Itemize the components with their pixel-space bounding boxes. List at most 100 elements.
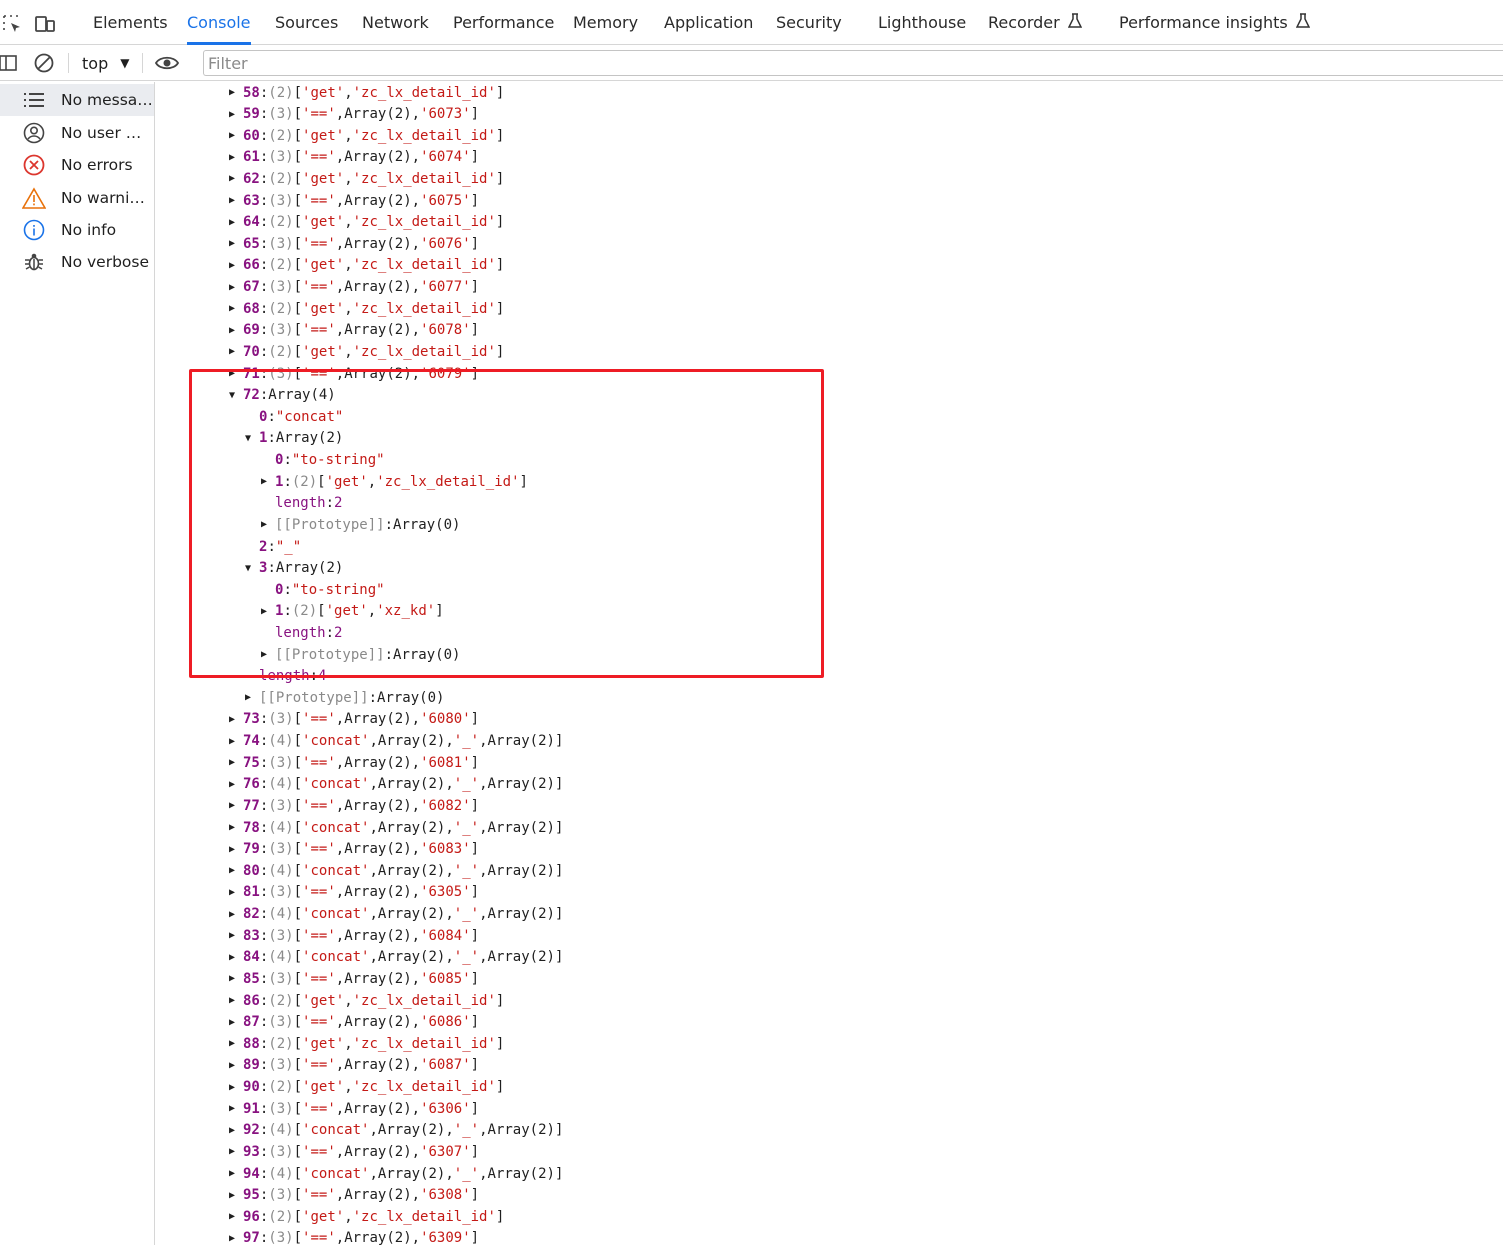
tab-network[interactable]: Network — [362, 0, 429, 45]
expand-triangle-icon[interactable]: ▶ — [229, 1233, 243, 1244]
clear-console-icon[interactable] — [32, 51, 56, 75]
device-toolbar-icon[interactable] — [33, 12, 57, 36]
console-property-row[interactable]: ▶ 1: (2) ['get', 'zc_lx_detail_id'] — [261, 471, 528, 492]
console-array-row[interactable]: ▶ 73: (3) ['==', Array(2), '6080'] — [229, 709, 479, 730]
console-array-row[interactable]: ▶ 67: (3) ['==', Array(2), '6077'] — [229, 277, 479, 298]
expand-triangle-icon[interactable]: ▶ — [229, 217, 243, 228]
expand-triangle-icon[interactable]: ▶ — [229, 995, 243, 1006]
console-array-row[interactable]: ▶ 59: (3) ['==', Array(2), '6073'] — [229, 104, 479, 125]
console-array-row[interactable]: ▶ 96: (2) ['get', 'zc_lx_detail_id'] — [229, 1206, 504, 1227]
expand-triangle-icon[interactable]: ▶ — [229, 1060, 243, 1071]
sidebar-item-info[interactable]: No info — [0, 214, 154, 246]
sidebar-item-messages[interactable]: No messag... — [0, 84, 154, 116]
tab-lighthouse[interactable]: Lighthouse — [878, 0, 966, 45]
expand-triangle-icon[interactable]: ▶ — [229, 1038, 243, 1049]
expand-triangle-icon[interactable]: ▶ — [261, 606, 275, 617]
expand-triangle-icon[interactable]: ▶ — [229, 152, 243, 163]
collapse-triangle-icon[interactable]: ▼ — [245, 563, 259, 574]
expand-triangle-icon[interactable]: ▶ — [229, 865, 243, 876]
sidebar-toggle-icon[interactable] — [0, 51, 20, 75]
expand-triangle-icon[interactable]: ▶ — [229, 930, 243, 941]
expand-triangle-icon[interactable]: ▶ — [229, 282, 243, 293]
console-array-row[interactable]: ▶ 92: (4) ['concat', Array(2), '_', Array… — [229, 1120, 563, 1141]
tab-sources[interactable]: Sources — [275, 0, 338, 45]
expand-triangle-icon[interactable]: ▶ — [229, 195, 243, 206]
console-array-row[interactable]: ▶ 69: (3) ['==', Array(2), '6078'] — [229, 320, 479, 341]
console-array-row[interactable]: ▶ 80: (4) ['concat', Array(2), '_', Array… — [229, 860, 563, 881]
console-array-row[interactable]: ▶ 81: (3) ['==', Array(2), '6305'] — [229, 882, 479, 903]
expand-triangle-icon[interactable]: ▶ — [229, 757, 243, 768]
expand-triangle-icon[interactable]: ▶ — [229, 130, 243, 141]
expand-triangle-icon[interactable]: ▶ — [229, 714, 243, 725]
tab-elements[interactable]: Elements — [93, 0, 168, 45]
expand-triangle-icon[interactable]: ▶ — [229, 779, 243, 790]
expand-triangle-icon[interactable]: ▶ — [229, 1082, 243, 1093]
console-array-row[interactable]: ▶ 86: (2) ['get', 'zc_lx_detail_id'] — [229, 990, 504, 1011]
collapse-triangle-icon[interactable]: ▼ — [245, 433, 259, 444]
console-array-row[interactable]: ▶ 58: (2) ['get', 'zc_lx_detail_id'] — [229, 82, 504, 103]
console-array-row[interactable]: ▶ 94: (4) ['concat', Array(2), '_', Array… — [229, 1163, 563, 1184]
expand-triangle-icon[interactable]: ▶ — [245, 692, 259, 703]
tab-application[interactable]: Application — [664, 0, 753, 45]
console-array-row[interactable]: ▶ 63: (3) ['==', Array(2), '6075'] — [229, 190, 479, 211]
expand-triangle-icon[interactable]: ▶ — [229, 822, 243, 833]
console-property-row[interactable]: ▼ 3: Array(2) — [245, 558, 343, 579]
console-array-row[interactable]: ▶ 87: (3) ['==', Array(2), '6086'] — [229, 1012, 479, 1033]
expand-triangle-icon[interactable]: ▶ — [261, 649, 275, 660]
tab-security[interactable]: Security — [776, 0, 842, 45]
console-array-row[interactable]: ▶ 64: (2) ['get', 'zc_lx_detail_id'] — [229, 212, 504, 233]
sidebar-item-verbose[interactable]: No verbose — [0, 246, 154, 278]
console-property-row[interactable]: ▶ 1: (2) ['get', 'xz_kd'] — [261, 601, 444, 622]
expand-triangle-icon[interactable]: ▶ — [229, 173, 243, 184]
console-array-row[interactable]: ▶ 76: (4) ['concat', Array(2), '_', Array… — [229, 774, 563, 795]
expand-triangle-icon[interactable]: ▶ — [229, 1168, 243, 1179]
sidebar-item-user-messages[interactable]: No user m... — [0, 117, 154, 149]
expand-triangle-icon[interactable]: ▶ — [229, 87, 243, 98]
context-selector[interactable]: top ▼ — [82, 51, 129, 75]
console-array-row[interactable]: ▶ 79: (3) ['==', Array(2), '6083'] — [229, 839, 479, 860]
console-array-row[interactable]: ▶ 93: (3) ['==', Array(2), '6307'] — [229, 1141, 479, 1162]
console-expanded-row[interactable]: ▼ 72: Array(4) — [229, 385, 336, 406]
tab-performance-insights[interactable]: Performance insights — [1119, 0, 1310, 45]
expand-triangle-icon[interactable]: ▶ — [229, 1017, 243, 1028]
expand-triangle-icon[interactable]: ▶ — [229, 1103, 243, 1114]
console-array-row[interactable]: ▶ 60: (2) ['get', 'zc_lx_detail_id'] — [229, 125, 504, 146]
console-array-row[interactable]: ▶ 89: (3) ['==', Array(2), '6087'] — [229, 1055, 479, 1076]
expand-triangle-icon[interactable]: ▶ — [229, 109, 243, 120]
tab-console[interactable]: Console — [187, 0, 251, 45]
expand-triangle-icon[interactable]: ▶ — [261, 519, 275, 530]
console-array-row[interactable]: ▶ 77: (3) ['==', Array(2), '6082'] — [229, 795, 479, 816]
tab-recorder[interactable]: Recorder — [988, 0, 1082, 45]
filter-input[interactable] — [203, 50, 1503, 76]
expand-triangle-icon[interactable]: ▶ — [229, 238, 243, 249]
tab-performance[interactable]: Performance — [453, 0, 554, 45]
console-array-row[interactable]: ▶ 70: (2) ['get', 'zc_lx_detail_id'] — [229, 341, 504, 362]
expand-triangle-icon[interactable]: ▶ — [229, 909, 243, 920]
console-array-row[interactable]: ▶ 61: (3) ['==', Array(2), '6074'] — [229, 147, 479, 168]
console-property-row[interactable]: ▶ [[Prototype]]: Array(0) — [261, 644, 460, 665]
console-array-row[interactable]: ▶ 74: (4) ['concat', Array(2), '_', Array… — [229, 731, 563, 752]
console-array-row[interactable]: ▶ 78: (4) ['concat', Array(2), '_', Array… — [229, 817, 563, 838]
console-array-row[interactable]: ▶ 88: (2) ['get', 'zc_lx_detail_id'] — [229, 1033, 504, 1054]
console-array-row[interactable]: ▶ 71: (3) ['==', Array(2), '6079'] — [229, 363, 479, 384]
console-property-row[interactable]: ▶ [[Prototype]]: Array(0) — [261, 514, 460, 535]
console-array-row[interactable]: ▶ 68: (2) ['get', 'zc_lx_detail_id'] — [229, 298, 504, 319]
console-array-row[interactable]: ▶ 85: (3) ['==', Array(2), '6085'] — [229, 968, 479, 989]
sidebar-item-warnings[interactable]: No warnings — [0, 182, 154, 214]
expand-triangle-icon[interactable]: ▶ — [229, 303, 243, 314]
expand-triangle-icon[interactable]: ▶ — [229, 260, 243, 271]
expand-triangle-icon[interactable]: ▶ — [229, 1190, 243, 1201]
console-array-row[interactable]: ▶ 97: (3) ['==', Array(2), '6309'] — [229, 1228, 479, 1245]
collapse-triangle-icon[interactable]: ▼ — [229, 390, 243, 401]
sidebar-item-errors[interactable]: No errors — [0, 149, 154, 181]
console-property-row[interactable]: ▶ [[Prototype]]: Array(0) — [245, 687, 444, 708]
tab-memory[interactable]: Memory — [573, 0, 638, 45]
expand-triangle-icon[interactable]: ▶ — [229, 346, 243, 357]
console-array-row[interactable]: ▶ 84: (4) ['concat', Array(2), '_', Array… — [229, 947, 563, 968]
live-expression-eye-icon[interactable] — [155, 51, 179, 75]
console-property-row[interactable]: ▼ 1: Array(2) — [245, 428, 343, 449]
expand-triangle-icon[interactable]: ▶ — [229, 1211, 243, 1222]
expand-triangle-icon[interactable]: ▶ — [229, 887, 243, 898]
console-array-row[interactable]: ▶ 91: (3) ['==', Array(2), '6306'] — [229, 1098, 479, 1119]
expand-triangle-icon[interactable]: ▶ — [229, 952, 243, 963]
